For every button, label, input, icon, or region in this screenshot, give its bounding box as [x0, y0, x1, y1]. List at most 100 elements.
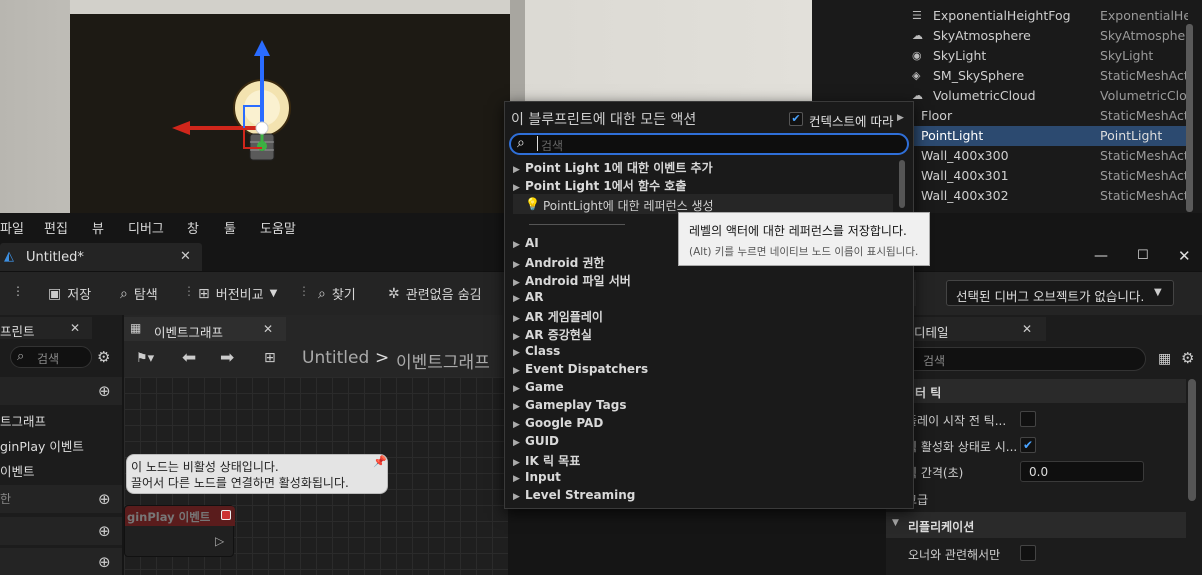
- outliner-row[interactable]: ◈ SM_SkySphere StaticMeshAct: [812, 66, 1190, 86]
- diff-dropdown[interactable]: ⊞ 버전비교 ▼: [198, 284, 278, 304]
- details-search-input[interactable]: 검색: [886, 347, 1146, 371]
- outliner-row[interactable]: ◉ SkyLight SkyLight: [812, 46, 1190, 66]
- chevron-down-icon: ▼: [269, 288, 278, 299]
- pin-icon[interactable]: 📌: [373, 455, 387, 468]
- checkbox-checked-icon[interactable]: ✔: [789, 112, 803, 126]
- bookmark-icon[interactable]: ⚑▾: [136, 351, 154, 366]
- search-input[interactable]: ⌕ 검색: [10, 346, 92, 368]
- category-item[interactable]: ▶ Game: [513, 380, 564, 394]
- add-icon[interactable]: ⊕: [98, 382, 111, 400]
- category-item[interactable]: ▶ AR 게임플레이: [513, 308, 603, 325]
- graph-icon: ▦: [130, 321, 142, 335]
- detail-row-advanced[interactable]: 고급: [886, 485, 1186, 511]
- maximize-icon[interactable]: ☐: [1137, 248, 1149, 263]
- action-item[interactable]: ▶ Point Light 1에 대한 이벤트 추가: [513, 159, 713, 176]
- category-item[interactable]: ▶ Event Dispatchers: [513, 362, 648, 376]
- graph-canvas[interactable]: 이 노드는 비활성 상태입니다. 끌어서 다른 노드를 연결하면 활성화됩니다.…: [124, 377, 508, 575]
- point-light-gizmo[interactable]: [160, 36, 300, 181]
- tick-enabled-checkbox[interactable]: ✔: [1020, 437, 1036, 453]
- action-item[interactable]: ▶ Point Light 1에서 함수 호출: [513, 177, 686, 194]
- back-arrow-icon[interactable]: ⬅: [182, 348, 196, 368]
- menu-file[interactable]: 파일: [0, 218, 24, 237]
- find-button[interactable]: ⌕ 찾기: [318, 284, 356, 304]
- outliner-row[interactable]: ☰ ExponentialHeightFog ExponentialHe: [812, 6, 1190, 26]
- menu-tools[interactable]: 툴: [224, 218, 236, 237]
- action-list-scrollbar[interactable]: [899, 160, 905, 208]
- category-item[interactable]: ▶ Google PAD: [513, 416, 603, 430]
- event-graph-tab[interactable]: ▦ 이벤트그래프 ✕: [124, 317, 286, 341]
- fog-icon: ☰: [912, 9, 922, 22]
- graph-breadcrumb-bar: ⚑▾ ⬅ ➡ ⊞ Untitled > 이벤트그래프: [124, 343, 508, 375]
- menu-edit[interactable]: 편집: [44, 218, 68, 237]
- breadcrumb-leaf[interactable]: 이벤트그래프: [396, 348, 490, 373]
- menu-debug[interactable]: 디버그: [128, 218, 164, 237]
- sky-atmosphere-icon: ☁: [912, 29, 923, 42]
- browse-icon: ⌕: [120, 285, 128, 302]
- minimize-icon[interactable]: —: [1094, 248, 1108, 264]
- window-close-icon[interactable]: ✕: [1178, 247, 1191, 265]
- chevron-down-icon: ▼: [1154, 287, 1162, 298]
- more-icon[interactable]: ⋮: [12, 284, 24, 298]
- category-item[interactable]: ▶ Level Streaming: [513, 488, 635, 502]
- comment-bubble[interactable]: 이 노드는 비활성 상태입니다. 끌어서 다른 노드를 연결하면 활성화됩니다.…: [126, 454, 388, 494]
- category-item[interactable]: ▶ Class: [513, 344, 560, 358]
- chevron-right-icon: ▶: [897, 113, 904, 123]
- category-item[interactable]: ▶ Android 파일 서버: [513, 272, 631, 289]
- popup-title: 이 블루프린트에 대한 모든 액션: [511, 112, 697, 128]
- add-icon[interactable]: ⊕: [98, 553, 111, 571]
- breadcrumb-root[interactable]: Untitled: [302, 348, 369, 368]
- hide-unrelated-button[interactable]: ✲ 관련없음 숨김: [388, 284, 482, 304]
- add-icon[interactable]: ⊕: [98, 490, 111, 508]
- category-item[interactable]: ▶ AI: [513, 236, 539, 250]
- tree-item-beginplay[interactable]: ginPlay 이벤트: [0, 436, 84, 455]
- hide-unrelated-icon: ✲: [388, 285, 400, 302]
- exec-pin-icon[interactable]: ▷: [215, 534, 224, 548]
- outliner-row[interactable]: ☁ SkyAtmosphere SkyAtmospher: [812, 26, 1190, 46]
- save-button[interactable]: ▣ 저장: [48, 284, 91, 304]
- search-icon: ⌕: [517, 135, 525, 151]
- category-item[interactable]: ▶ AR: [513, 290, 544, 304]
- context-sensitive-toggle[interactable]: ✔ 컨텍스트에 따라 ▶: [789, 111, 909, 129]
- category-item[interactable]: ▶ Gameplay Tags: [513, 398, 627, 412]
- category-item[interactable]: ▶ GUID: [513, 434, 559, 448]
- section-replication[interactable]: ▼ 리플리케이션: [886, 512, 1186, 538]
- category-item[interactable]: ▶ AR 증강현실: [513, 326, 592, 343]
- close-icon[interactable]: ✕: [180, 249, 191, 264]
- gear-icon[interactable]: ⚙: [1181, 349, 1194, 367]
- gear-icon[interactable]: ⚙: [97, 348, 110, 366]
- node-delegate-pin[interactable]: [221, 510, 231, 520]
- event-graph-panel: ▦ 이벤트그래프 ✕ ⚑▾ ⬅ ➡ ⊞ Untitled > 이벤트그래프 이 …: [124, 315, 508, 575]
- only-relevant-to-owner-checkbox[interactable]: [1020, 545, 1036, 561]
- lightbulb-icon: 💡: [525, 197, 540, 211]
- close-icon[interactable]: ✕: [70, 321, 80, 335]
- forward-arrow-icon[interactable]: ➡: [220, 348, 234, 368]
- add-icon[interactable]: ⊕: [98, 522, 111, 540]
- menu-view[interactable]: 뷰: [92, 218, 104, 237]
- menu-window[interactable]: 창: [187, 218, 199, 237]
- static-mesh-icon: ◈: [912, 69, 921, 82]
- close-icon[interactable]: ✕: [1022, 322, 1032, 336]
- category-item[interactable]: ▶ Input: [513, 470, 561, 484]
- document-tab[interactable]: ◭ Untitled* ✕: [0, 243, 202, 271]
- beginplay-event-node[interactable]: ginPlay 이벤트 ▷: [124, 505, 235, 557]
- my-blueprint-tab[interactable]: 프린트 ✕: [0, 317, 92, 339]
- action-search-input[interactable]: ⌕ 검색: [509, 133, 909, 155]
- close-icon[interactable]: ✕: [263, 322, 273, 336]
- create-reference-item[interactable]: 💡 PointLight에 대한 레퍼런스 생성: [513, 194, 893, 214]
- menu-help[interactable]: 도움말: [260, 218, 296, 237]
- section-actor-tick[interactable]: 액터 틱: [886, 379, 1186, 403]
- debug-object-dropdown[interactable]: 선택된 디버그 오브젝트가 없습니다. ▼: [946, 280, 1174, 306]
- detail-row: 오너와 관련해서만: [886, 540, 1186, 566]
- tree-item-graph[interactable]: 트그래프: [0, 411, 46, 430]
- category-item[interactable]: ▶ Android 권한: [513, 254, 605, 271]
- graph-hierarchy-icon: ⊞: [264, 350, 276, 366]
- category-item[interactable]: ▶ IK 릭 목표: [513, 452, 580, 469]
- outliner-scrollbar[interactable]: [1186, 24, 1193, 212]
- detail-row: 틱 활성화 상태로 시... ✔: [886, 432, 1186, 458]
- tree-item-event[interactable]: 이벤트: [0, 461, 35, 480]
- tick-interval-input[interactable]: 0.0: [1020, 461, 1144, 482]
- browse-button[interactable]: ⌕ 탐색: [120, 284, 158, 304]
- start-with-tick-checkbox[interactable]: [1020, 411, 1036, 427]
- table-view-icon[interactable]: ▦: [1158, 351, 1171, 367]
- details-scrollbar[interactable]: [1188, 379, 1196, 501]
